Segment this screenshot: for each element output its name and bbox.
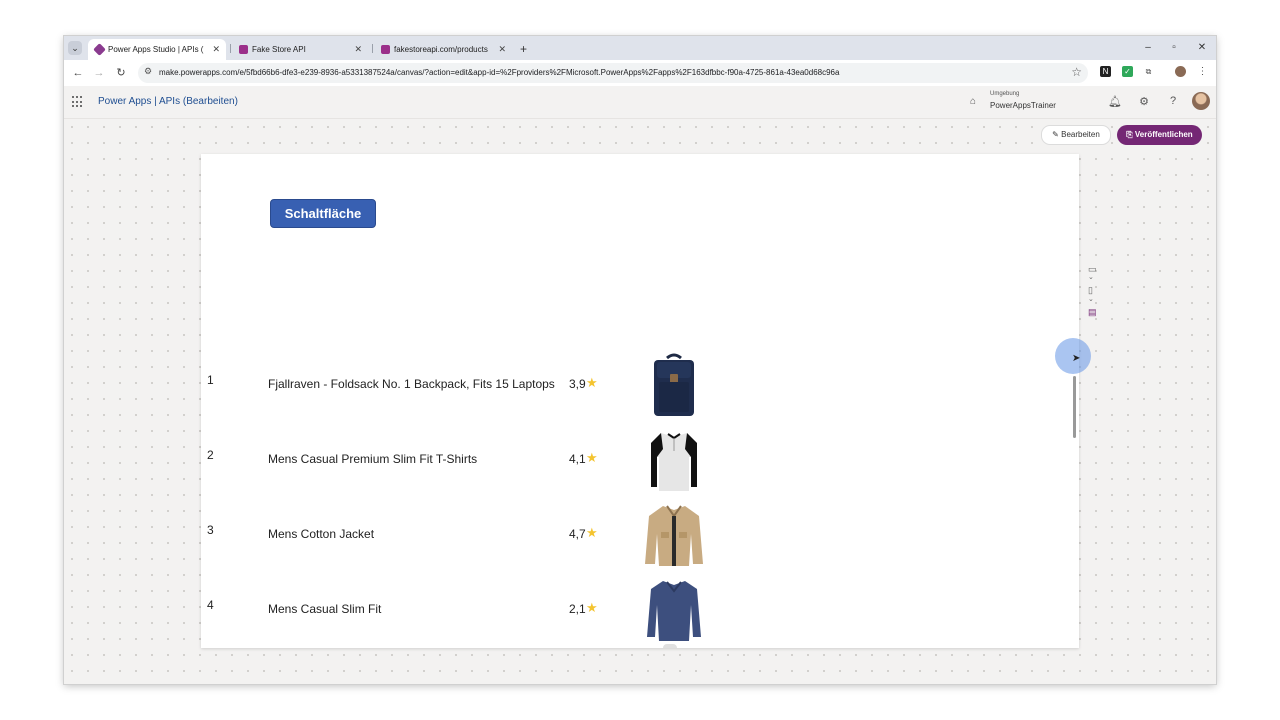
star-icon: ★ — [586, 450, 598, 465]
extension-icon[interactable]: N — [1100, 66, 1111, 77]
cursor-highlight: ➤ — [1055, 338, 1091, 374]
product-index: 4 — [207, 598, 214, 612]
shield-extension-icon[interactable]: ✓ — [1122, 66, 1133, 77]
tab-title: Fake Store API — [252, 45, 306, 54]
tab-fake-store-api[interactable]: Fake Store API ✕ — [232, 39, 368, 60]
app-canvas-area: ✎ Bearbeiten ⎘ Veröffentlichen Schaltflä… — [64, 119, 1216, 684]
close-window-icon[interactable]: ✕ — [1192, 39, 1212, 57]
device-toolbar: ▭ ⌄ ▯ ⌄ ▤ — [1084, 264, 1104, 332]
product-title: Mens Cotton Jacket — [268, 527, 375, 541]
schaltflaeche-button[interactable]: Schaltfläche — [270, 199, 376, 228]
product-rating: 2,1 — [569, 602, 586, 616]
omnibox[interactable]: ⚙ make.powerapps.com/e/5fbd66b6-dfe3-e23… — [138, 63, 1088, 83]
gallery-row[interactable]: 2 Mens Casual Premium Slim Fit T-Shirts … — [201, 433, 801, 511]
profile-avatar-icon[interactable] — [1175, 66, 1186, 77]
chevron-down-icon: ⌄ — [1088, 296, 1094, 303]
fake-store-favicon-icon — [381, 45, 390, 54]
environment-label: Umgebung — [990, 91, 1020, 97]
next-product-image-partial — [663, 644, 677, 648]
product-title: Fjallraven - Foldsack No. 1 Backpack, Fi… — [268, 377, 555, 391]
publish-button-label: Veröffentlichen — [1134, 130, 1193, 139]
product-rating: 4,7 — [569, 527, 586, 541]
tab-close-icon[interactable]: ✕ — [354, 39, 362, 60]
gallery-row[interactable]: 1 Fjallraven - Foldsack No. 1 Backpack, … — [201, 353, 801, 436]
forward-icon[interactable]: → — [92, 65, 106, 81]
settings-gear-icon[interactable]: ⚙ — [1137, 95, 1151, 108]
star-icon: ★ — [586, 375, 598, 390]
browser-window: ⌄ Power Apps Studio | APIs (Bea ✕ Fake S… — [64, 36, 1216, 684]
chevron-down-icon: ⌄ — [1088, 274, 1094, 281]
back-icon[interactable]: ← — [71, 65, 85, 81]
site-info-icon[interactable]: ⚙ — [144, 66, 152, 77]
app-launcher-icon[interactable] — [72, 96, 84, 108]
star-icon: ★ — [586, 600, 598, 615]
product-index: 3 — [207, 523, 214, 537]
power-apps-header: Power Apps | APIs (Bearbeiten) ⌂ Umgebun… — [64, 86, 1216, 119]
publish-icon: ⎘ — [1126, 130, 1135, 139]
app-screen: Schaltfläche 1 Fjallraven - Foldsack No.… — [201, 154, 1079, 648]
tab-close-icon[interactable]: ✕ — [498, 39, 506, 60]
jacket-image — [645, 505, 703, 566]
environment-name[interactable]: PowerAppsTrainer — [990, 101, 1056, 110]
longsleeve-image — [647, 581, 701, 641]
vertical-scrollbar[interactable] — [1073, 376, 1076, 438]
user-avatar[interactable] — [1192, 92, 1210, 110]
tab-title: Power Apps Studio | APIs (Bea — [108, 45, 204, 54]
product-index: 1 — [207, 373, 214, 387]
tab-search-button[interactable]: ⌄ — [68, 41, 82, 55]
product-index: 2 — [207, 448, 214, 462]
gallery-row[interactable]: 3 Mens Cotton Jacket 4,7 ★ — [201, 505, 801, 586]
calendar-icon[interactable]: ▤ — [1088, 307, 1097, 318]
address-bar-row: ← → ↻ ⚙ make.powerapps.com/e/5fbd66b6-df… — [64, 60, 1216, 86]
browser-menu-icon[interactable]: ⋮ — [1197, 66, 1208, 77]
product-title: Mens Casual Slim Fit — [268, 602, 382, 616]
restore-icon[interactable]: ▫ — [1164, 39, 1184, 57]
tab-strip: ⌄ Power Apps Studio | APIs (Bea ✕ Fake S… — [64, 36, 1216, 60]
product-rating: 4,1 — [569, 452, 586, 466]
backpack-image — [654, 353, 694, 416]
pencil-icon: ✎ — [1052, 130, 1062, 139]
raglan-shirt-image — [651, 433, 697, 491]
bookmark-star-icon[interactable]: ☆ — [1071, 65, 1082, 79]
new-tab-button[interactable]: + — [520, 39, 527, 60]
tab-close-icon[interactable]: ✕ — [212, 39, 220, 60]
extensions-puzzle-icon[interactable]: ⧉ — [1143, 66, 1154, 77]
help-icon[interactable]: ? — [1166, 95, 1180, 107]
edit-button[interactable]: ✎ Bearbeiten — [1041, 125, 1111, 145]
power-apps-favicon-icon — [93, 43, 106, 56]
mouse-cursor-icon: ➤ — [1072, 353, 1081, 364]
star-icon: ★ — [586, 525, 598, 540]
gallery-row[interactable]: 4 Mens Casual Slim Fit 2,1 ★ — [201, 581, 801, 648]
url-text[interactable]: make.powerapps.com/e/5fbd66b6-dfe3-e239-… — [159, 63, 839, 83]
edit-button-label: Bearbeiten — [1061, 130, 1100, 139]
environment-icon: ⌂ — [970, 96, 977, 107]
tab-separator — [230, 44, 231, 53]
reload-icon[interactable]: ↻ — [114, 65, 128, 81]
product-rating: 3,9 — [569, 377, 586, 391]
tab-power-apps-studio[interactable]: Power Apps Studio | APIs (Bea ✕ — [88, 39, 226, 60]
product-title: Mens Casual Premium Slim Fit T-Shirts — [268, 452, 478, 466]
minimize-icon[interactable]: – — [1138, 39, 1158, 57]
publish-button[interactable]: ⎘ Veröffentlichen — [1117, 125, 1202, 145]
tab-separator — [372, 44, 373, 53]
fake-store-favicon-icon — [239, 45, 248, 54]
tab-fakestore-products[interactable]: fakestoreapi.com/products ✕ — [374, 39, 512, 60]
tab-title: fakestoreapi.com/products — [394, 45, 488, 54]
app-title[interactable]: Power Apps | APIs (Bearbeiten) — [98, 86, 238, 118]
notification-bell-icon[interactable]: 🔔︎ — [1108, 95, 1122, 108]
